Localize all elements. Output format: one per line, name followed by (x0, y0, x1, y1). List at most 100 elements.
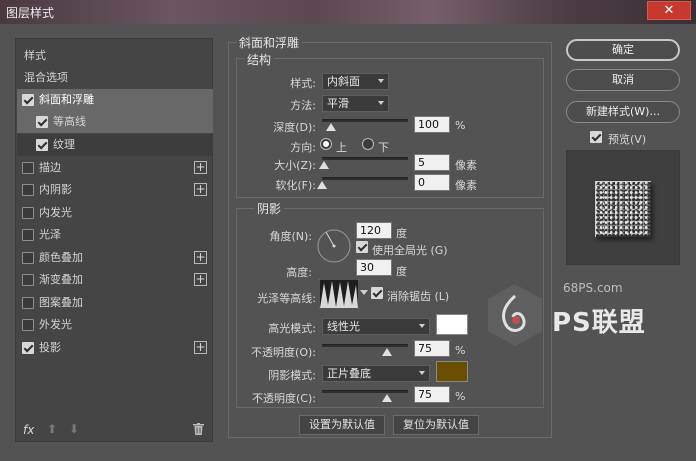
style-item[interactable]: 内发光 (17, 202, 213, 224)
technique-label: 方法: (290, 99, 316, 112)
make-default-button[interactable]: 设置为默认值 (299, 415, 385, 435)
technique-value: 平滑 (327, 97, 349, 110)
size-slider-track[interactable] (322, 157, 408, 160)
style-item-checkbox[interactable] (22, 252, 34, 264)
cancel-button[interactable]: 取消 (566, 69, 680, 91)
ok-button[interactable]: 确定 (566, 39, 680, 61)
technique-select[interactable]: 平滑 (322, 95, 389, 112)
style-item-label: 投影 (39, 341, 61, 354)
depth-slider-thumb[interactable] (325, 123, 336, 131)
style-item-label: 内发光 (39, 206, 72, 219)
style-item[interactable]: 等高线 (17, 111, 213, 133)
style-item-checkbox[interactable] (22, 184, 34, 196)
antialias-checkbox[interactable] (371, 287, 383, 299)
style-item-label: 颜色叠加 (39, 251, 83, 264)
fx-icon[interactable]: fx (23, 423, 34, 437)
watermark-brand: PS联盟 (552, 308, 646, 338)
close-button[interactable]: ✕ (647, 1, 691, 20)
style-item-checkbox[interactable] (22, 297, 34, 309)
highlight-mode-select[interactable]: 线性光 (322, 318, 430, 335)
highlight-color-swatch[interactable] (436, 314, 468, 335)
style-item-checkbox[interactable] (22, 319, 34, 331)
shadow-opacity-input[interactable]: 75 (414, 386, 450, 403)
depth-unit: % (455, 119, 466, 132)
style-item-checkbox[interactable] (22, 207, 34, 219)
depth-label: 深度(D): (273, 121, 316, 134)
preview-label: 预览(V) (608, 133, 647, 146)
global-light-label: 使用全局光 (G) (372, 244, 448, 257)
add-effect-icon[interactable]: + (194, 183, 207, 196)
shadow-mode-value: 正片叠底 (327, 367, 371, 380)
bevel-group-title: 斜面和浮雕 (236, 34, 303, 51)
chevron-down-icon (419, 324, 425, 328)
style-item-label: 样式 (24, 49, 46, 62)
add-effect-icon[interactable]: + (194, 341, 207, 354)
style-list: 样式 混合选项 斜面和浮雕 等高线 纹理 描边 + 内阴影 + 内发光 光泽 颜色叠加 + 渐变叠加 + 图案… (15, 38, 213, 442)
size-slider-thumb[interactable] (318, 161, 329, 169)
soften-label: 软化(F): (275, 179, 316, 192)
style-label: 样式: (290, 77, 316, 90)
soften-slider-thumb[interactable] (317, 181, 327, 189)
shadow-mode-select[interactable]: 正片叠底 (322, 365, 430, 382)
soften-input[interactable]: 0 (414, 174, 450, 191)
style-item-checkbox[interactable] (22, 94, 34, 106)
depth-slider-track[interactable] (322, 119, 408, 122)
altitude-input[interactable]: 30 (356, 259, 392, 276)
size-input[interactable]: 5 (414, 154, 450, 171)
style-item-label: 外发光 (39, 318, 72, 331)
style-item[interactable]: 纹理 (17, 134, 213, 156)
add-effect-icon[interactable]: + (194, 251, 207, 264)
style-item-checkbox[interactable] (22, 162, 34, 174)
style-item-checkbox[interactable] (22, 342, 34, 354)
highlight-mode-value: 线性光 (327, 320, 360, 333)
add-effect-icon[interactable]: + (194, 161, 207, 174)
angle-input[interactable]: 120 (356, 222, 392, 239)
direction-up-radio[interactable] (320, 138, 332, 150)
style-item[interactable]: 混合选项 (17, 67, 213, 89)
highlight-opacity-track[interactable] (322, 344, 408, 347)
trash-icon[interactable] (193, 423, 204, 435)
style-item-label: 内阴影 (39, 183, 72, 196)
style-item-checkbox[interactable] (22, 274, 34, 286)
shadow-opacity-track[interactable] (322, 390, 408, 393)
chevron-down-icon (378, 79, 384, 83)
shadow-opacity-thumb[interactable] (381, 394, 392, 402)
global-light-checkbox[interactable] (356, 241, 368, 253)
style-item[interactable]: 描边 + (17, 157, 213, 179)
style-item[interactable]: 内阴影 + (17, 179, 213, 201)
style-item[interactable]: 光泽 (17, 224, 213, 246)
style-item-label: 描边 (39, 161, 61, 174)
move-down-icon[interactable]: ⬇ (69, 422, 79, 436)
chevron-down-icon[interactable] (360, 290, 368, 296)
style-item[interactable]: 颜色叠加 + (17, 247, 213, 269)
style-item-checkbox[interactable] (36, 139, 48, 151)
style-item[interactable]: 渐变叠加 + (17, 269, 213, 291)
style-item-checkbox[interactable] (36, 116, 48, 128)
reset-default-button[interactable]: 复位为默认值 (393, 415, 479, 435)
size-label: 大小(Z): (274, 159, 316, 172)
highlight-opacity-thumb[interactable] (381, 348, 392, 356)
angle-dial[interactable] (316, 228, 352, 264)
add-effect-icon[interactable]: + (194, 273, 207, 286)
ps-logo-icon (488, 284, 542, 346)
style-item[interactable]: 外发光 (17, 314, 213, 336)
gloss-contour-icon[interactable] (319, 279, 359, 309)
style-item[interactable]: 样式 (17, 45, 213, 67)
move-up-icon[interactable]: ⬆ (47, 422, 57, 436)
depth-input[interactable]: 100 (414, 116, 450, 133)
bevel-style-select[interactable]: 内斜面 (322, 73, 389, 90)
style-item[interactable]: 斜面和浮雕 (17, 89, 213, 111)
direction-down-radio[interactable] (362, 138, 374, 150)
style-item[interactable]: 投影 + (17, 337, 213, 359)
soften-slider-track[interactable] (322, 177, 408, 180)
style-item[interactable]: 图案叠加 (17, 292, 213, 314)
new-style-button[interactable]: 新建样式(W)... (566, 101, 680, 123)
shading-title: 阴影 (254, 200, 285, 217)
structure-title: 结构 (244, 51, 275, 68)
highlight-opacity-input[interactable]: 75 (414, 340, 450, 357)
shadow-opacity-label: 不透明度(C): (252, 392, 316, 405)
bevel-style-value: 内斜面 (327, 75, 360, 88)
shadow-color-swatch[interactable] (436, 361, 468, 382)
preview-checkbox[interactable] (590, 131, 602, 143)
style-item-checkbox[interactable] (22, 229, 34, 241)
